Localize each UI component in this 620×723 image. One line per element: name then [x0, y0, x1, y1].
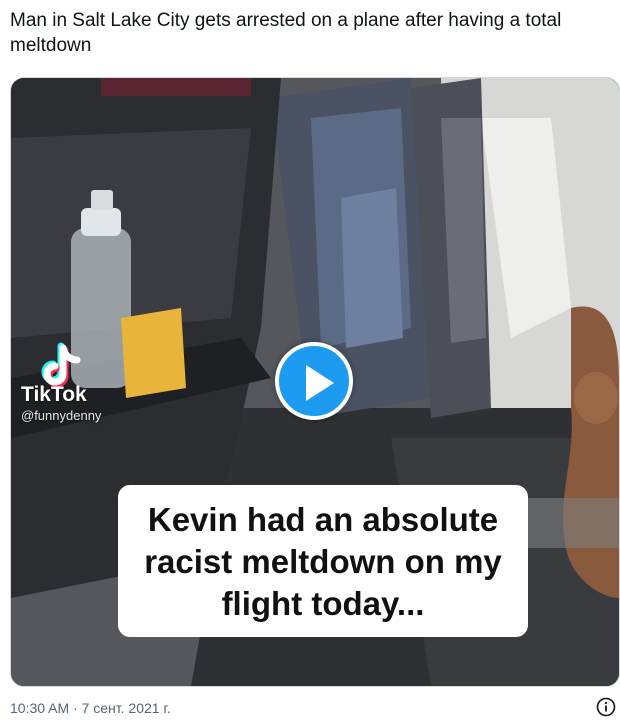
tweet-timestamp[interactable]: 10:30 AM · 7 сент. 2021 г.	[10, 700, 171, 716]
play-button[interactable]	[275, 342, 353, 420]
play-icon	[306, 365, 334, 401]
info-icon[interactable]	[596, 697, 616, 717]
video-media[interactable]: TikTok @funnydenny Kevin had an absolute…	[10, 77, 620, 687]
caption-text: Kevin had an absolute racist meltdown on…	[144, 501, 502, 622]
video-caption: Kevin had an absolute racist meltdown on…	[118, 485, 528, 637]
tiktok-handle: @funnydenny	[21, 408, 102, 423]
tweet-text: Man in Salt Lake City gets arrested on a…	[10, 10, 567, 56]
tiktok-brand: TikTok	[21, 383, 87, 406]
